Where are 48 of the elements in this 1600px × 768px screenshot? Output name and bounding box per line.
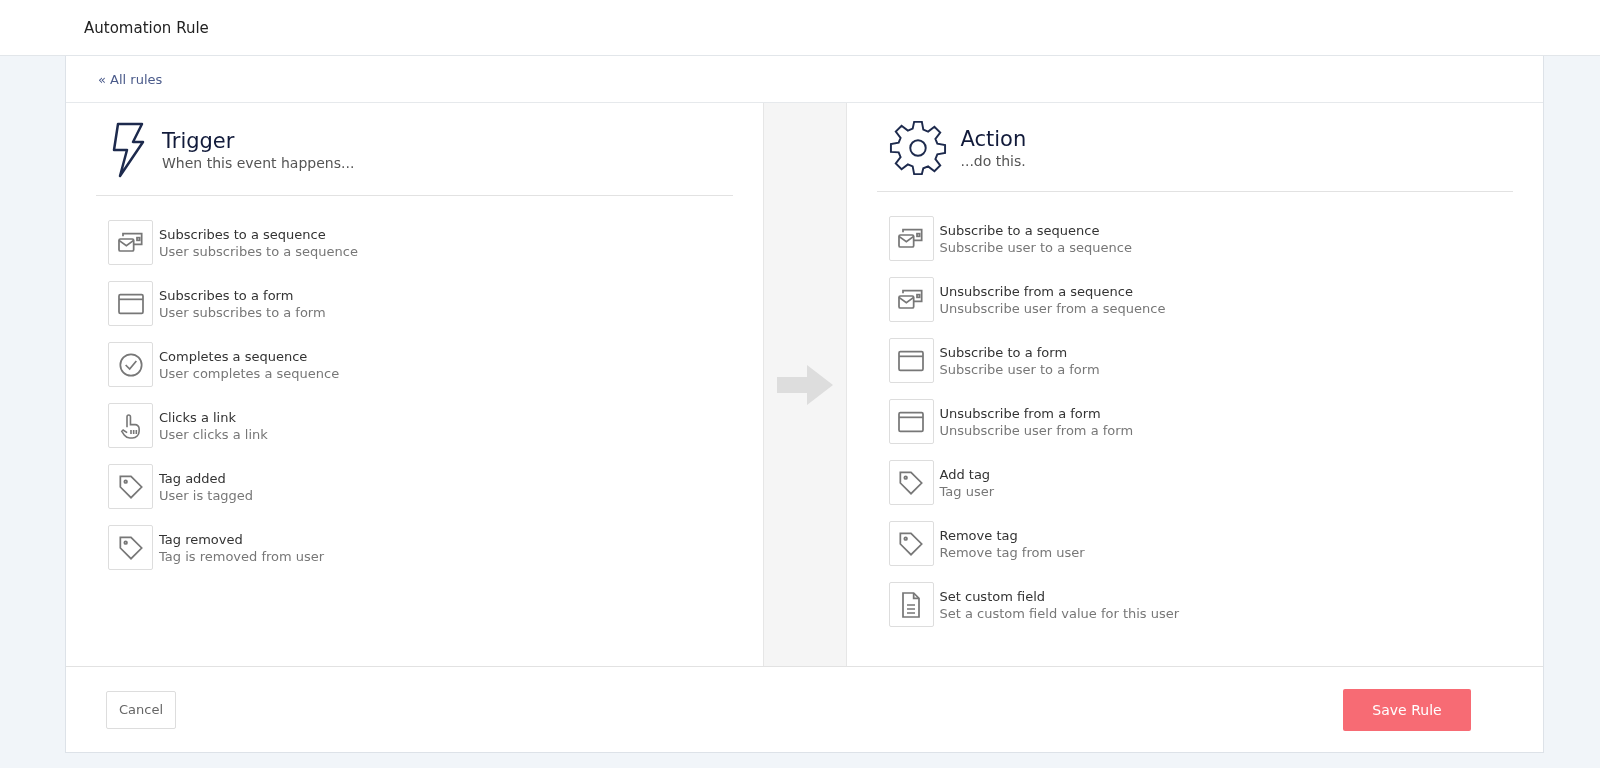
option-title: Unsubscribe from a form: [939, 405, 1102, 421]
option-item[interactable]: Clicks a link User clicks a link: [108, 403, 733, 448]
option-item[interactable]: Subscribe to a form Subscribe user to a form: [888, 338, 1513, 383]
option-item[interactable]: Subscribe to a sequence Subscribe user to a sequence: [888, 216, 1513, 261]
option-title: Tag removed: [159, 531, 244, 547]
option-description: Remove tag from user: [939, 544, 1085, 560]
option-title: Subscribes to a sequence: [159, 226, 327, 242]
option-item[interactable]: Completes a sequence User completes a sequence: [108, 342, 733, 387]
option-item[interactable]: Unsubscribe from a form Unsubscribe user from a form: [888, 399, 1513, 444]
option-item[interactable]: Unsubscribe from a sequence Unsubscribe user from a sequence: [888, 277, 1513, 322]
option-item[interactable]: Subscribes to a form User subscribes to a form: [108, 281, 733, 326]
option-item[interactable]: Set custom field Set a custom field value for this user: [888, 582, 1513, 627]
option-title: Subscribe to a form: [939, 344, 1069, 360]
option-description: Subscribe user to a sequence: [939, 239, 1132, 255]
option-description: Tag is removed from user: [159, 548, 325, 564]
all-rules-link[interactable]: « All rules: [98, 71, 163, 87]
cancel-button[interactable]: Cancel: [106, 690, 177, 729]
option-description: User completes a sequence: [159, 365, 340, 381]
settings-icon: [888, 119, 947, 177]
option-description: User clicks a link: [159, 426, 268, 442]
option-description: Set a custom field value for this user: [939, 605, 1180, 621]
option-description: User subscribes to a form: [159, 304, 326, 320]
panel-title: Action: [960, 127, 1027, 151]
option-title: Subscribe to a sequence: [939, 222, 1101, 238]
option-description: Unsubscribe user from a form: [939, 422, 1134, 438]
option-title: Remove tag: [939, 527, 1019, 543]
option-description: User is tagged: [159, 487, 254, 503]
option-title: Completes a sequence: [159, 348, 309, 364]
option-description: Tag user: [939, 483, 994, 499]
option-item[interactable]: Tag removed Tag is removed from user: [108, 525, 733, 570]
option-description: User subscribes to a sequence: [159, 243, 358, 259]
option-description: Subscribe user to a form: [939, 361, 1100, 377]
right-arrow-icon: [776, 364, 833, 405]
option-title: Subscribes to a form: [159, 287, 295, 303]
option-item[interactable]: Add tag Tag user: [888, 460, 1513, 505]
option-title: Unsubscribe from a sequence: [939, 283, 1134, 299]
option-item[interactable]: Tag added User is tagged: [108, 464, 733, 509]
option-title: Add tag: [939, 466, 992, 482]
panel-subtitle: When this event happens...: [162, 155, 355, 171]
option-title: Clicks a link: [159, 409, 237, 425]
option-item[interactable]: Subscribes to a sequence User subscribes to a sequence: [108, 220, 733, 265]
page-title: Automation Rule: [84, 18, 209, 37]
option-title: Set custom field: [939, 588, 1047, 604]
panel-title: Trigger: [162, 129, 236, 153]
option-title: Tag added: [159, 470, 227, 486]
option-item[interactable]: Remove tag Remove tag from user: [888, 521, 1513, 566]
option-description: Unsubscribe user from a sequence: [939, 300, 1166, 316]
panel-subtitle: ...do this.: [960, 153, 1027, 169]
